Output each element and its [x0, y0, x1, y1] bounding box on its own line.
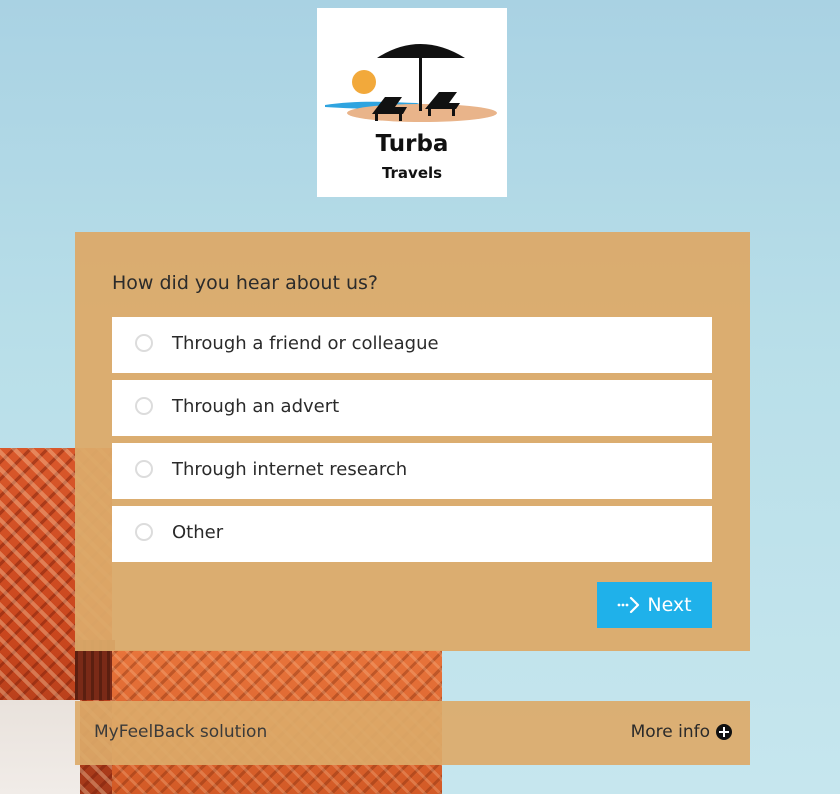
brand-logo: Turba Travels	[317, 8, 507, 197]
radio-unchecked-icon[interactable]	[135, 460, 153, 478]
wall-segment	[0, 700, 80, 794]
solution-text: MyFeelBack solution	[94, 722, 268, 742]
survey-card: How did you hear about us? Through a fri…	[75, 232, 750, 651]
option-friend-colleague[interactable]: Through a friend or colleague	[112, 317, 712, 373]
radio-unchecked-icon[interactable]	[135, 523, 153, 541]
more-info-link[interactable]: More info	[631, 722, 732, 742]
radio-unchecked-icon[interactable]	[135, 334, 153, 352]
question-text: How did you hear about us?	[112, 272, 378, 294]
more-info-label: More info	[630, 722, 710, 742]
option-label: Through a friend or colleague	[172, 333, 439, 354]
next-button[interactable]: Next	[597, 582, 712, 628]
option-internet-research[interactable]: Through internet research	[112, 443, 712, 499]
option-label: Through internet research	[172, 459, 408, 480]
option-other[interactable]: Other	[112, 506, 712, 562]
dotted-arrow-right-icon	[617, 596, 640, 614]
logo-subtitle: Travels	[381, 164, 443, 182]
option-advert[interactable]: Through an advert	[112, 380, 712, 436]
option-label: Through an advert	[172, 396, 340, 417]
option-label: Other	[172, 522, 224, 543]
logo-title: Turba	[375, 131, 449, 157]
radio-unchecked-icon[interactable]	[135, 397, 153, 415]
footer-bar: MyFeelBack solution More info	[75, 701, 750, 765]
plus-circle-icon	[716, 724, 732, 740]
next-label: Next	[647, 594, 692, 616]
